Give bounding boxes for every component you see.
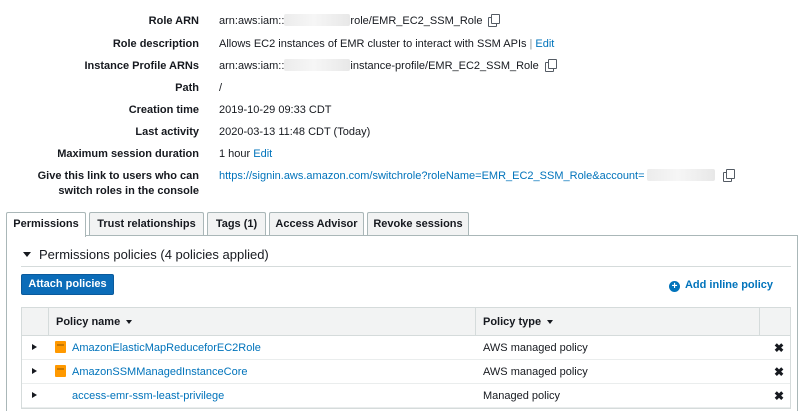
expand-row-icon[interactable] (32, 392, 37, 398)
role-arn-row: Role ARN arn:aws:iam:: role/EMR_EC2_SSM_R… (0, 14, 800, 32)
policy-type: AWS managed policy (483, 366, 588, 378)
last-activity-row: Last activity 2020-03-13 11:48 CDT (Toda… (0, 125, 800, 143)
max-session-label: Maximum session duration (57, 148, 199, 160)
tab-trust-relationships[interactable]: Trust relationships (89, 212, 204, 236)
instance-profile-suffix: instance-profile/EMR_EC2_SSM_Role (350, 60, 539, 72)
divider (21, 266, 791, 267)
sort-down-icon (126, 320, 133, 324)
permissions-panel: Permissions policies (4 policies applied… (6, 235, 798, 411)
plus-circle-icon: + (668, 281, 680, 292)
remove-policy-icon[interactable]: ✖ (774, 336, 784, 360)
aws-managed-policy-icon (55, 365, 66, 377)
policy-name-link[interactable]: AmazonElasticMapReduceforEC2Role (72, 336, 261, 360)
creation-time-row: Creation time 2019-10-29 09:33 CDT (0, 103, 800, 121)
role-description-label: Role description (112, 38, 199, 50)
instance-profile-label: Instance Profile ARNs (84, 60, 199, 72)
instance-profile-row: Instance Profile ARNs arn:aws:iam:: insta… (0, 59, 800, 77)
creation-time-label: Creation time (128, 104, 199, 116)
last-activity-label: Last activity (135, 126, 199, 138)
tab-permissions[interactable]: Permissions (6, 212, 86, 237)
copy-icon[interactable] (722, 169, 735, 182)
redacted-account-id (284, 59, 351, 71)
max-session-text: 1 hour (219, 148, 251, 160)
last-activity-value: 2020-03-13 11:48 CDT (Today) (219, 126, 371, 138)
path-value: / (219, 82, 223, 94)
permissions-policies-header[interactable]: Permissions policies (4 policies applied… (23, 247, 269, 262)
role-description-row: Role description Allows EC2 instances of… (0, 37, 800, 55)
role-description-value: Allows EC2 instances of EMR cluster to i… (219, 37, 554, 51)
expand-row-icon[interactable] (32, 344, 37, 350)
tab-access-advisor[interactable]: Access Advisor (269, 212, 364, 236)
tab-revoke-sessions[interactable]: Revoke sessions (367, 212, 469, 236)
instance-profile-prefix: arn:aws:iam:: (219, 60, 285, 72)
edit-session-duration-link[interactable]: Edit (253, 148, 272, 160)
attach-policies-button[interactable]: Attach policies (21, 274, 114, 295)
creation-time-value: 2019-10-29 09:33 CDT (219, 104, 332, 116)
table-header: Policy name Policy type (22, 308, 790, 336)
max-session-row: Maximum session duration 1 hour Edit (0, 147, 800, 165)
expand-row-icon[interactable] (32, 368, 37, 374)
column-divider (759, 308, 760, 335)
instance-profile-value: arn:aws:iam:: instance-profile/EMR_EC2_SS… (219, 59, 557, 73)
permissions-policies-title: Permissions policies (4 policies applied… (39, 247, 269, 262)
switch-role-link[interactable]: https://signin.aws.amazon.com/switchrole… (219, 170, 645, 182)
aws-managed-policy-icon (55, 341, 66, 353)
switch-role-label-line1: Give this link to users who can (37, 170, 199, 182)
policy-type-column-header[interactable]: Policy type (483, 308, 554, 336)
role-arn-label: Role ARN (148, 15, 199, 27)
policy-name-column-header[interactable]: Policy name (56, 308, 133, 336)
switch-role-label-line2: switch roles in the console (58, 185, 199, 197)
add-inline-policy-link[interactable]: + Add inline policy (668, 279, 773, 292)
tab-tags[interactable]: Tags (1) (207, 212, 266, 236)
max-session-value: 1 hour Edit (219, 147, 272, 161)
copy-icon[interactable] (544, 59, 557, 72)
policy-name-header-label: Policy name (56, 316, 121, 328)
policies-table: Policy name Policy type AmazonElasticMap… (21, 307, 791, 409)
table-row: AmazonElasticMapReduceforEC2Role AWS man… (22, 336, 790, 360)
remove-policy-icon[interactable]: ✖ (774, 384, 784, 408)
table-row: AmazonSSMManagedInstanceCore AWS managed… (22, 360, 790, 384)
switch-role-row: Give this link to users who can switch r… (0, 169, 800, 199)
switch-role-value: https://signin.aws.amazon.com/switchrole… (219, 169, 735, 183)
policy-type: AWS managed policy (483, 342, 588, 354)
role-arn-suffix: role/EMR_EC2_SSM_Role (350, 15, 483, 27)
remove-policy-icon[interactable]: ✖ (774, 360, 784, 384)
column-divider (48, 308, 49, 335)
sort-down-icon (547, 320, 554, 324)
redacted-account-id (284, 14, 351, 26)
add-inline-policy-label: Add inline policy (684, 279, 773, 291)
policy-name-link[interactable]: access-emr-ssm-least-privilege (72, 384, 224, 408)
role-description-text: Allows EC2 instances of EMR cluster to i… (219, 38, 527, 50)
policy-name-link[interactable]: AmazonSSMManagedInstanceCore (72, 360, 247, 384)
switch-role-label: Give this link to users who can switch r… (38, 169, 199, 199)
policy-type-header-label: Policy type (483, 316, 542, 328)
table-row: access-emr-ssm-least-privilege Managed p… (22, 384, 790, 408)
policy-type: Managed policy (483, 390, 561, 402)
edit-description-link[interactable]: Edit (535, 38, 554, 50)
role-arn-value: arn:aws:iam:: role/EMR_EC2_SSM_Role (219, 14, 501, 28)
path-label: Path (175, 82, 199, 94)
redacted-account-id (646, 169, 715, 181)
copy-icon[interactable] (488, 14, 501, 27)
path-row: Path / (0, 81, 800, 99)
separator: | (529, 38, 533, 50)
caret-down-icon (23, 252, 31, 257)
role-arn-prefix: arn:aws:iam:: (219, 15, 285, 27)
column-divider (475, 308, 476, 335)
